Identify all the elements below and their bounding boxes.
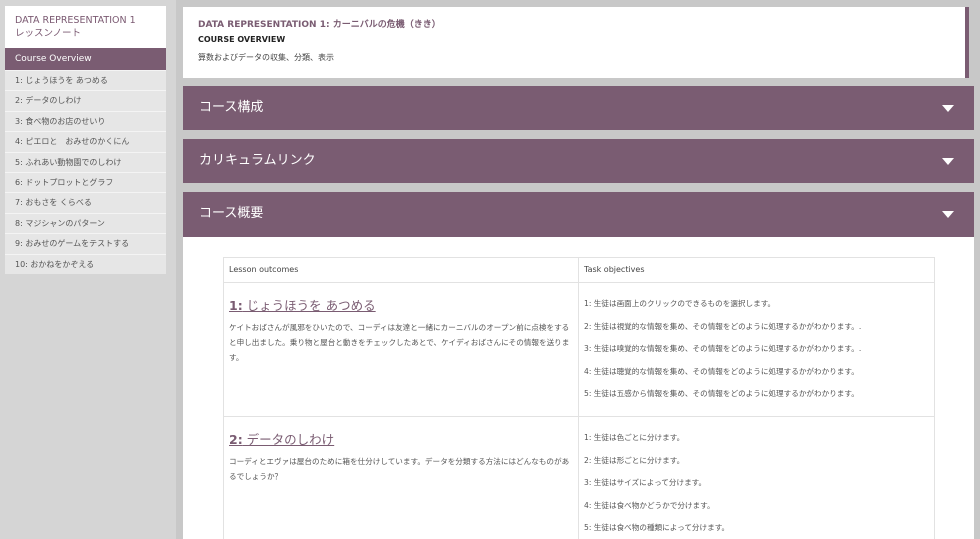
sidebar-item-lesson-3[interactable]: 3: 食べ物のお店のせいり: [5, 110, 166, 132]
lesson-number: 2:: [229, 432, 243, 447]
task-objective: 3: 生徒は嗅覚的な情報を集め、その情報をどのように処理するかがわかります。.: [584, 344, 862, 354]
lesson-table: Lesson outcomes Task objectives 1: じょうほう…: [223, 257, 935, 539]
accordion-curriculum-links[interactable]: カリキュラムリンク: [183, 139, 974, 183]
sidebar-item-lesson-1[interactable]: 1: じょうほうを あつめる: [5, 70, 166, 91]
task-objective: 5: 生徒は五感から情報を集め、その情報をどのように処理するかがわかります。: [584, 389, 859, 399]
chevron-down-icon: [942, 158, 954, 165]
lesson-2-link[interactable]: 2: データのしわけ: [229, 429, 573, 448]
lesson-outcome-cell: 2: データのしわけ コーディとエヴァは屋台のために箱を仕分けしています。データ…: [224, 417, 579, 539]
course-description: 算数およびデータの収集、分類、表示: [198, 53, 334, 62]
sidebar-item-lesson-5[interactable]: 5: ふれあい動物園でのしわけ: [5, 151, 166, 172]
task-objectives-cell: 1: 生徒は色ごとに分けます。 2: 生徒は形ごとに分けます。 3: 生徒はサイ…: [579, 417, 934, 539]
lesson-title: じょうほうを あつめる: [242, 298, 376, 313]
task-objective: 2: 生徒は視覚的な情報を集め、その情報をどのように処理するかがわかります。.: [584, 321, 862, 331]
accordion-course-summary[interactable]: コース概要: [183, 192, 974, 237]
task-objective: 4: 生徒は食べ物かどうかで分けます。: [584, 500, 715, 510]
column-header-lesson-outcomes: Lesson outcomes: [224, 258, 579, 282]
chevron-down-icon: [942, 211, 954, 218]
accordion-label: カリキュラムリンク: [199, 153, 316, 168]
task-objective: 1: 生徒は画面上のクリックのできるものを選択します。: [584, 299, 776, 308]
lesson-title: データのしわけ: [242, 432, 335, 447]
lesson-description: コーディとエヴァは屋台のために箱を仕分けしています。データを分類する方法にはどん…: [229, 457, 570, 481]
task-objective: 1: 生徒は色ごとに分けます。: [584, 433, 685, 442]
task-objective: 5: 生徒は食べ物の種類によって分けます。: [584, 523, 730, 533]
task-objectives-cell: 1: 生徒は画面上のクリックのできるものを選択します。 2: 生徒は視覚的な情報…: [579, 283, 934, 416]
column-header-task-objectives: Task objectives: [584, 265, 645, 274]
task-objective: 4: 生徒は聴覚的な情報を集め、その情報をどのように処理するかがわかります。: [584, 366, 859, 376]
sidebar-header: DATA REPRESENTATION 1 レッスンノート: [5, 6, 166, 48]
course-summary-panel: Lesson outcomes Task objectives 1: じょうほう…: [183, 237, 974, 539]
sidebar-item-course-overview[interactable]: Course Overview: [5, 48, 166, 70]
course-header-card: DATA REPRESENTATION 1: カーニバルの危機（きき） COUR…: [183, 7, 969, 78]
table-header-row: Lesson outcomes Task objectives: [224, 258, 934, 283]
sidebar-item-lesson-2[interactable]: 2: データのしわけ: [5, 90, 166, 111]
course-title: DATA REPRESENTATION 1: カーニバルの危機（きき）: [198, 20, 441, 30]
task-objective: 2: 生徒は形ごとに分けます。: [584, 455, 685, 465]
chevron-down-icon: [942, 105, 954, 112]
sidebar-item-lesson-10[interactable]: 10: おかねをかぞえる: [5, 253, 166, 274]
table-row: 1: じょうほうを あつめる ケイトおばさんが風邪をひいたので、コーディは友達と…: [224, 283, 934, 417]
lesson-sidebar: DATA REPRESENTATION 1 レッスンノート Course Ove…: [5, 6, 166, 274]
lesson-description: ケイトおばさんが風邪をひいたので、コーディは友達と一緒にカーニバルのオープン前に…: [229, 323, 570, 362]
course-subtitle: COURSE OVERVIEW: [198, 35, 286, 44]
lesson-1-link[interactable]: 1: じょうほうを あつめる: [229, 295, 573, 314]
sidebar-item-lesson-6[interactable]: 6: ドットプロットとグラフ: [5, 171, 166, 193]
sidebar-title: DATA REPRESENTATION 1: [15, 15, 136, 26]
sidebar-item-lesson-7[interactable]: 7: おもさを くらべる: [5, 192, 166, 213]
accordion-label: コース構成: [199, 100, 264, 115]
accordion-label: コース概要: [199, 206, 264, 221]
lesson-number: 1:: [229, 298, 243, 313]
table-row: 2: データのしわけ コーディとエヴァは屋台のために箱を仕分けしています。データ…: [224, 417, 934, 539]
sidebar-item-lesson-9[interactable]: 9: おみせのゲームをテストする: [5, 233, 166, 254]
lesson-outcome-cell: 1: じょうほうを あつめる ケイトおばさんが風邪をひいたので、コーディは友達と…: [224, 283, 579, 416]
sidebar-subtitle: レッスンノート: [15, 28, 82, 39]
accordion-course-structure[interactable]: コース構成: [183, 86, 974, 130]
task-objective: 3: 生徒はサイズによって分けます。: [584, 478, 707, 488]
sidebar-item-lesson-8[interactable]: 8: マジシャンのパターン: [5, 212, 166, 234]
sidebar-item-lesson-4[interactable]: 4: ピエロと おみせのかくにん: [5, 131, 166, 152]
